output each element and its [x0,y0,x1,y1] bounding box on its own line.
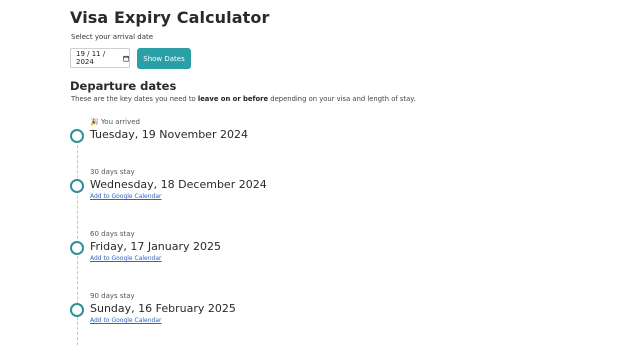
arrival-date-label: Select your arrival date [71,33,154,41]
timeline-entry-label: 60 days stay [90,230,135,238]
timeline-entry-label: 30 days stay [90,168,135,176]
desc-text-before: These are the key dates you need to [71,95,198,103]
departure-dates-title: Departure dates [70,79,177,93]
timeline-circle [70,129,84,143]
add-to-google-calendar-link[interactable]: Add to Google Calendar [90,317,162,324]
page: Visa Expiry Calculator Select your arriv… [0,0,640,345]
timeline-entry-date: Sunday, 16 February 2025 [90,302,236,315]
add-to-google-calendar-link[interactable]: Add to Google Calendar [90,255,162,262]
arrival-date-input[interactable]: 19 / 11 / 2024 [70,48,130,68]
departure-dates-description: These are the key dates you need to leav… [71,95,416,103]
arrival-date-value: 19 / 11 / 2024 [76,50,106,66]
timeline-circle [70,303,84,317]
add-to-google-calendar-link[interactable]: Add to Google Calendar [90,193,162,200]
timeline-entry-label: 🎉 You arrived [90,118,140,126]
timeline-entry-date: Wednesday, 18 December 2024 [90,178,267,191]
timeline-entry-date: Friday, 17 January 2025 [90,240,222,253]
timeline-circle [70,241,84,255]
timeline-entry-date: Tuesday, 19 November 2024 [90,128,248,141]
timeline-entry-label: 90 days stay [90,292,135,300]
calendar-icon[interactable] [122,55,129,62]
desc-text-bold: leave on or before [197,95,269,103]
desc-text-after: depending on your visa and length of sta… [268,95,416,103]
page-title: Visa Expiry Calculator [70,8,270,27]
timeline-circle [70,179,84,193]
show-dates-button[interactable]: Show Dates [137,48,191,69]
timeline-label-text: You arrived [100,118,141,126]
party-popper-icon: 🎉 [90,118,99,126]
